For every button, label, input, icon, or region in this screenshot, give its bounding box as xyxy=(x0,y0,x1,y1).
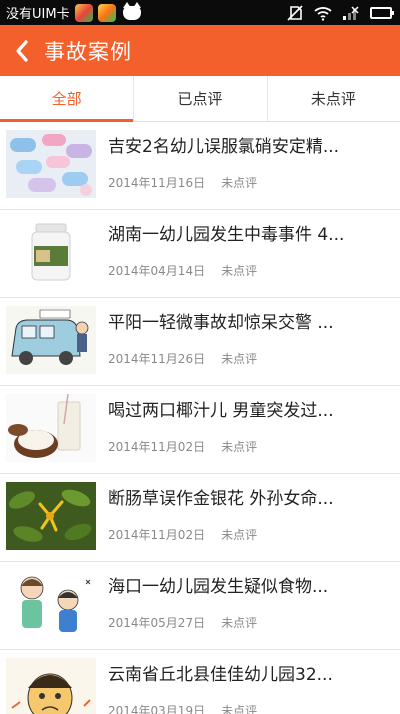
list-item[interactable]: 平阳一轻微事故却惊呆交警 ... 2014年11月26日 未点评 xyxy=(0,298,400,386)
cartoon-car-thumbnail xyxy=(6,306,96,374)
tab-bar: 全部 已点评 未点评 xyxy=(0,76,400,122)
carrier-label: 没有UIM卡 xyxy=(6,7,70,22)
case-list: 吉安2名幼儿误服氯硝安定精... 2014年11月16日 未点评 湖南一幼儿园发… xyxy=(0,122,400,714)
review-status: 未点评 xyxy=(221,704,258,714)
case-title: 吉安2名幼儿误服氯硝安定精... xyxy=(108,137,340,157)
case-title: 云南省丘北县佳佳幼儿园32... xyxy=(108,665,333,685)
case-date: 2014年11月02日 xyxy=(108,528,206,542)
review-status: 未点评 xyxy=(221,440,258,454)
list-item[interactable]: 湖南一幼儿园发生中毒事件 4... 2014年04月14日 未点评 xyxy=(0,210,400,298)
tab-all[interactable]: 全部 xyxy=(0,76,134,122)
list-item[interactable]: 吉安2名幼儿误服氯硝安定精... 2014年11月16日 未点评 xyxy=(0,122,400,210)
cartoon-face-thumbnail xyxy=(6,658,96,714)
review-status: 未点评 xyxy=(221,528,258,542)
list-item[interactable]: 断肠草误作金银花 外孙女命... 2014年11月02日 未点评 xyxy=(0,474,400,562)
case-date: 2014年11月26日 xyxy=(108,352,206,366)
case-date: 2014年05月27日 xyxy=(108,616,206,630)
case-date: 2014年11月02日 xyxy=(108,440,206,454)
tab-unreviewed[interactable]: 未点评 xyxy=(266,76,400,121)
case-title: 断肠草误作金银花 外孙女命... xyxy=(108,489,334,509)
back-button[interactable] xyxy=(4,25,40,76)
chevron-left-icon xyxy=(16,39,28,62)
review-status: 未点评 xyxy=(221,352,258,366)
no-sim-icon xyxy=(287,4,303,21)
case-title: 平阳一轻微事故却惊呆交警 ... xyxy=(108,313,334,333)
case-title: 海口一幼儿园发生疑似食物... xyxy=(108,577,329,597)
cat-icon xyxy=(122,1,141,20)
signal-icon xyxy=(343,5,359,20)
case-date: 2014年04月14日 xyxy=(108,264,206,278)
app-icon-2 xyxy=(97,3,116,22)
case-date: 2014年03月19日 xyxy=(108,704,206,714)
review-status: 未点评 xyxy=(221,176,258,190)
status-bar: 没有UIM卡 xyxy=(0,0,400,25)
coconut-thumbnail xyxy=(6,394,96,462)
flower-thumbnail xyxy=(6,482,96,550)
tab-reviewed[interactable]: 已点评 xyxy=(133,76,266,121)
case-title: 湖南一幼儿园发生中毒事件 4... xyxy=(108,225,345,245)
bottle-thumbnail xyxy=(6,218,96,286)
list-item[interactable]: 海口一幼儿园发生疑似食物... 2014年05月27日 未点评 xyxy=(0,562,400,650)
app-icon-1 xyxy=(74,3,93,22)
review-status: 未点评 xyxy=(221,616,258,630)
case-title: 喝过两口椰汁儿 男童突发过... xyxy=(108,401,334,421)
battery-icon xyxy=(370,6,394,19)
review-status: 未点评 xyxy=(221,264,258,278)
list-item[interactable]: 喝过两口椰汁儿 男童突发过... 2014年11月02日 未点评 xyxy=(0,386,400,474)
title-bar: 事故案例 xyxy=(0,25,400,76)
cartoon-kids-thumbnail xyxy=(6,570,96,638)
case-date: 2014年11月16日 xyxy=(108,176,206,190)
wifi-icon xyxy=(314,6,332,21)
page-title: 事故案例 xyxy=(44,39,132,64)
pills-thumbnail xyxy=(6,130,96,198)
list-item[interactable]: 云南省丘北县佳佳幼儿园32... 2014年03月19日 未点评 xyxy=(0,650,400,714)
